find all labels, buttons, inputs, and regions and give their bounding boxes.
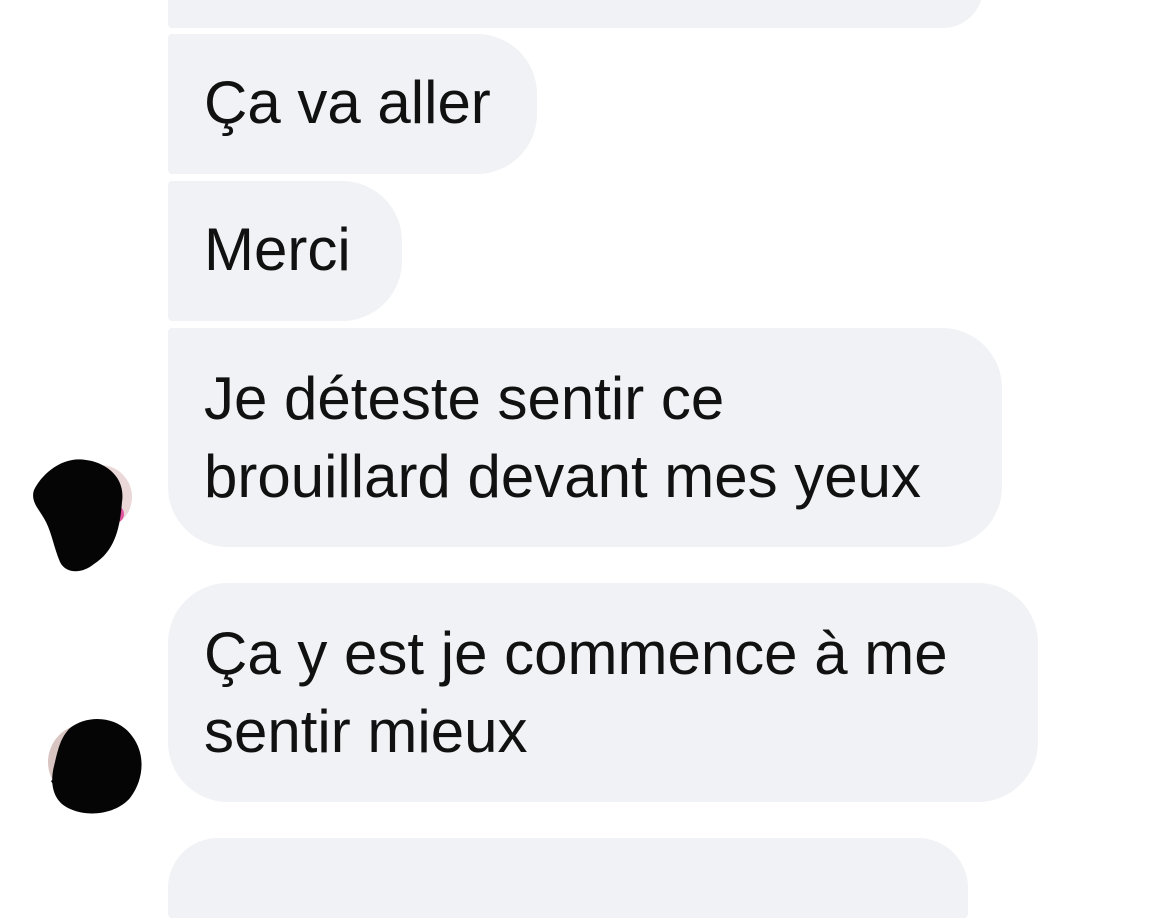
message-bubble[interactable]: Ça y est je commence à me sentir mieux [168,583,1038,802]
message-bubble[interactable]: Je déteste sentir ce brouillard devant m… [168,328,1002,547]
message-text: Ça va aller [204,69,491,136]
message-bubble[interactable]: Merci [168,181,402,321]
message-bubble-partial-bottom [168,838,968,918]
avatar[interactable] [44,710,149,820]
message-text-line: brouillard devant mes yeux [204,443,922,510]
avatar[interactable] [30,452,135,577]
message-bubble[interactable]: Ça va aller [168,34,537,174]
message-bubble-partial-top [168,0,983,28]
message-text-line: Ça y est je commence à me [204,620,948,687]
redacted-avatar-icon [48,718,142,814]
redacted-avatar-icon [33,459,132,572]
message-text-line: Je déteste sentir ce [204,365,725,432]
message-text-line: sentir mieux [204,698,528,765]
message-text: Merci [204,216,351,283]
